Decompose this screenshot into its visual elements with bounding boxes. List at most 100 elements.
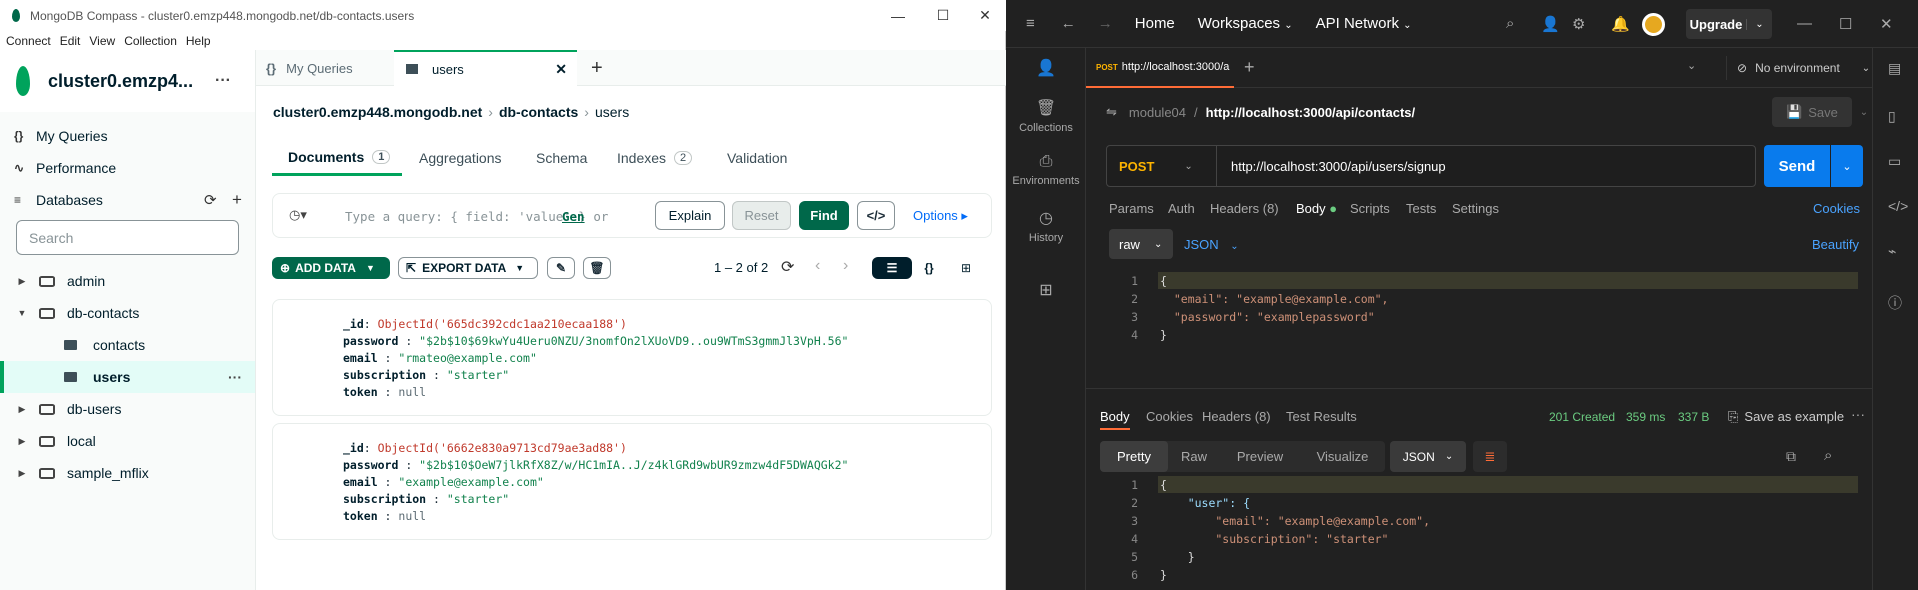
reset-button[interactable]: Reset [732,201,791,230]
save-button[interactable]: 💾 Save ⌄ [1772,97,1868,127]
breadcrumb-db[interactable]: db-contacts [499,104,578,120]
tab-validation[interactable]: Validation [727,140,787,176]
invite-user-icon[interactable]: 👤 [1541,15,1560,33]
request-name[interactable]: http://localhost:3000/api/contacts/ [1206,105,1416,120]
edit-pencil-icon[interactable]: ✎ [547,257,575,279]
refresh-icon[interactable]: ⟳ [781,257,794,277]
maximize-icon[interactable]: ☐ [1839,15,1852,33]
response-time[interactable]: 359 ms [1626,410,1665,424]
related-icon[interactable]: ⌁ [1888,243,1896,260]
chevron-right-icon[interactable]: › [843,257,848,275]
cookies-link[interactable]: Cookies [1813,201,1860,216]
tab-scripts[interactable]: Scripts [1350,201,1390,216]
resp-tab-body[interactable]: Body [1100,409,1130,430]
tab-documents[interactable]: Documents 1 [272,140,402,176]
bell-icon[interactable]: 🔔 [1611,15,1630,33]
tree-db-admin[interactable]: ▶ admin [0,265,255,297]
configure-sidebar-icon[interactable]: ⊞ [1006,280,1086,304]
chevron-down-icon[interactable]: ▼ [15,308,29,318]
status-code[interactable]: 201 Created [1549,410,1615,424]
list-view-icon[interactable]: ☰ [872,257,912,279]
breadcrumb-cluster[interactable]: cluster0.emzp448.mongodb.net [273,104,482,120]
add-database-icon[interactable]: + [232,190,242,210]
explain-button[interactable]: Explain [655,201,725,230]
tab-schema[interactable]: Schema [536,140,587,176]
view-pretty[interactable]: Pretty [1100,441,1168,472]
json-view-icon[interactable]: {} [913,257,945,279]
table-view-icon[interactable]: ⊞ [946,257,986,279]
sidebar-item-collections[interactable]: 🗑 Collections [1006,98,1086,134]
upgrade-button[interactable]: Upgrade ⌄ [1686,9,1772,39]
tab-auth[interactable]: Auth [1168,201,1195,216]
comments-icon[interactable]: ▭ [1888,153,1901,170]
documentation-icon[interactable]: ▯ [1888,108,1896,125]
copy-icon[interactable]: ⧉ [1786,448,1796,465]
menu-view[interactable]: View [89,34,115,48]
request-tab[interactable]: POST http://localhost:3000/a [1086,48,1234,88]
env-quicklook-icon[interactable]: ▤ [1888,60,1901,77]
wrap-lines-icon[interactable]: ≣ [1473,441,1507,472]
request-body-editor[interactable]: 1 2 3 4 { "email": "example@example.com"… [1100,272,1858,380]
sidebar-item-performance[interactable]: ∿ Performance [0,152,255,184]
tab-aggregations[interactable]: Aggregations [419,140,502,176]
collection-menu-icon[interactable]: ··· [228,369,242,385]
tab-body[interactable]: Body ● [1296,201,1337,216]
avatar[interactable] [1642,13,1665,36]
tree-coll-contacts[interactable]: contacts [0,329,255,361]
forward-arrow-icon[interactable]: → [1098,15,1113,32]
chevron-right-icon[interactable]: ▶ [15,436,29,447]
chevron-right-icon[interactable]: ▶ [15,468,29,479]
document-card[interactable]: _id: ObjectId('665dc392cdc1aa210ecaa188'… [272,299,992,416]
nav-home[interactable]: Home [1135,15,1175,32]
save-as-example-button[interactable]: ⎘ Save as example [1728,409,1844,425]
sidebar-search-input[interactable]: Search [16,220,239,255]
tab-settings[interactable]: Settings [1452,201,1499,216]
view-preview[interactable]: Preview [1220,441,1300,472]
search-icon[interactable]: ⌕ [1824,447,1832,464]
close-tab-icon[interactable]: ✕ [555,61,567,78]
tree-coll-users[interactable]: users ··· [0,361,255,393]
environment-select[interactable]: ⊘ No environment ⌄ [1726,56,1872,80]
info-icon[interactable]: ⓘ [1888,293,1902,313]
hamburger-menu-icon[interactable]: ≡ [1026,15,1035,32]
cluster-header[interactable]: cluster0.emzp4... ··· [0,50,255,112]
user-icon[interactable]: 👤 [1006,58,1086,82]
tab-params[interactable]: Params [1109,201,1154,216]
response-body-viewer[interactable]: 1 2 3 4 5 6 { "user": { "email": "exampl… [1100,476,1858,590]
menu-connect[interactable]: Connect [6,34,51,48]
tab-tests[interactable]: Tests [1406,201,1436,216]
sidebar-item-environments[interactable]: ⎙ Environments [1006,153,1086,187]
menu-collection[interactable]: Collection [124,34,177,48]
generate-query-link[interactable]: Gen [562,209,585,224]
view-raw[interactable]: Raw [1168,441,1220,472]
code-icon[interactable]: </> [1888,198,1908,214]
nav-api-network[interactable]: API Network ⌄ [1316,15,1412,32]
tab-headers[interactable]: Headers (8) [1210,201,1279,216]
close-icon[interactable]: ✕ [962,0,1008,31]
response-size[interactable]: 337 B [1678,410,1709,424]
minimize-icon[interactable]: — [1797,15,1812,32]
code-icon[interactable]: </> [857,201,895,230]
more-options-icon[interactable]: ··· [1851,406,1865,422]
options-toggle[interactable]: Options ▸ [913,208,968,224]
add-data-button[interactable]: ⊕ ADD DATA ▼ [272,257,390,279]
history-clock-icon[interactable]: ◷▾ [289,207,307,223]
beautify-link[interactable]: Beautify [1812,237,1859,252]
tab-users[interactable]: users ✕ [394,50,577,86]
tab-indexes[interactable]: Indexes 2 [617,140,693,176]
maximize-icon[interactable]: ☐ [920,0,966,31]
tree-db-local[interactable]: ▶ local [0,425,255,457]
url-input[interactable]: http://localhost:3000/api/users/signup [1231,159,1446,174]
find-button[interactable]: Find [799,201,849,230]
tree-db-db-contacts[interactable]: ▼ db-contacts [0,297,255,329]
cluster-menu-icon[interactable]: ··· [215,72,231,90]
tree-db-sample-mflix[interactable]: ▶ sample_mflix [0,457,255,489]
send-button[interactable]: Send [1764,145,1830,187]
body-format-select[interactable]: JSON ⌄ [1184,237,1239,252]
sidebar-item-databases[interactable]: ≡ Databases ⟳ + [0,184,255,216]
chevron-right-icon[interactable]: ▶ [15,404,29,415]
export-data-button[interactable]: ⇱ EXPORT DATA ▼ [398,257,538,279]
tab-overflow-chevron-icon[interactable]: ⌄ [1687,59,1696,72]
tree-db-db-users[interactable]: ▶ db-users [0,393,255,425]
resp-tab-test-results[interactable]: Test Results [1286,409,1357,424]
